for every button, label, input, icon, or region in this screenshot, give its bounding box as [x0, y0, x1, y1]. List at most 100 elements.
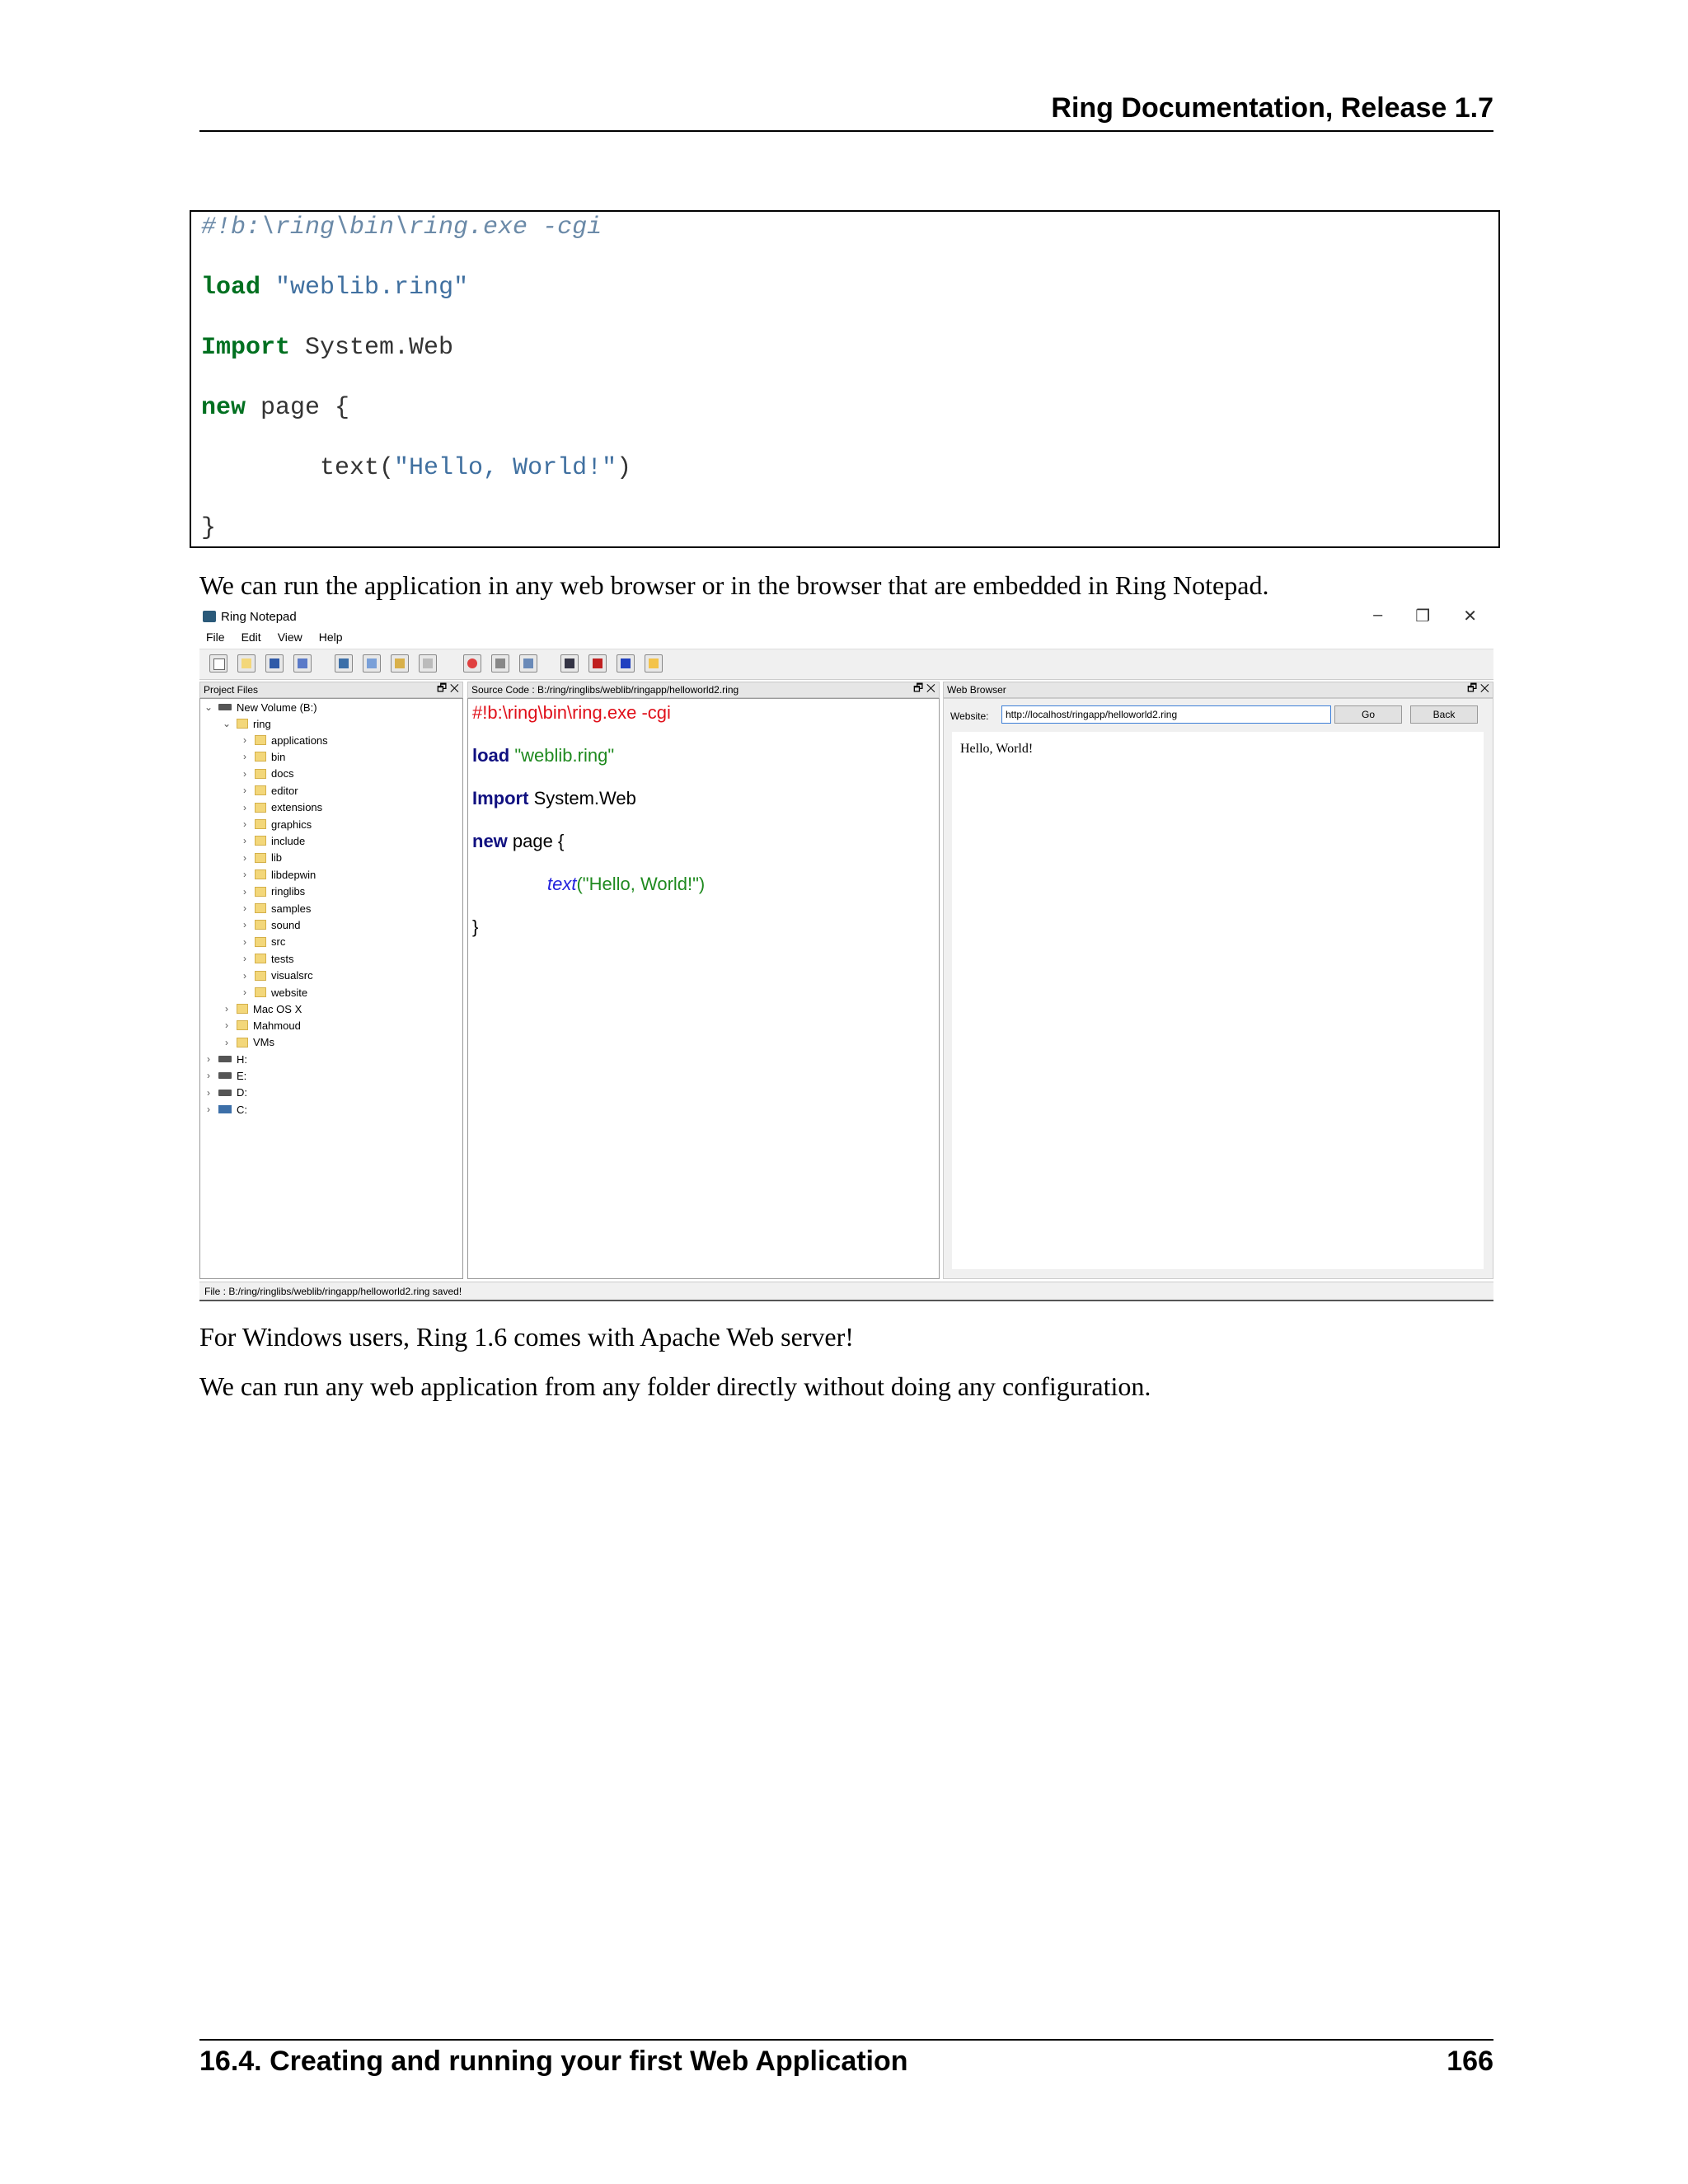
tree-item-folder[interactable]: › sound — [240, 916, 300, 933]
font-button[interactable] — [419, 654, 437, 673]
tree-item-volume[interactable]: ⌄ New Volume (B:) — [204, 699, 317, 715]
color-button[interactable] — [463, 654, 481, 673]
tree-item-folder[interactable]: › visualsrc — [240, 968, 313, 984]
chevron-right-icon[interactable]: › — [240, 734, 250, 746]
print-button[interactable] — [519, 654, 537, 673]
folder-icon — [255, 954, 266, 964]
chevron-right-icon[interactable]: › — [222, 1037, 232, 1048]
chevron-right-icon[interactable]: › — [204, 1104, 213, 1115]
tree-item-folder[interactable]: › libdepwin — [240, 866, 316, 883]
tree-item-folder[interactable]: › graphics — [240, 816, 312, 832]
chevron-right-icon[interactable]: › — [240, 869, 250, 880]
chevron-right-icon[interactable]: › — [240, 802, 250, 813]
tree-item-drive[interactable]: › C: — [204, 1101, 247, 1118]
tree-item-folder[interactable]: › extensions — [240, 799, 322, 816]
chevron-right-icon[interactable]: › — [204, 1087, 213, 1099]
tree-item-folder[interactable]: › editor — [240, 782, 298, 799]
website-url-input[interactable]: http://localhost/ringapp/helloworld2.rin… — [1001, 705, 1331, 724]
tree-item-folder[interactable]: › samples — [240, 900, 311, 916]
open-file-button[interactable] — [237, 654, 256, 673]
tree-item-folder[interactable]: › VMs — [222, 1034, 274, 1051]
tree-item-label: bin — [271, 750, 286, 763]
ring-notepad-screenshot: Ring Notepad – ❐ ✕ File Edit View Help P… — [199, 606, 1493, 1302]
folder-icon — [255, 903, 266, 913]
folder-icon — [255, 836, 266, 846]
chevron-right-icon[interactable]: › — [204, 1070, 213, 1081]
debug-button[interactable] — [560, 654, 579, 673]
save-icon — [270, 658, 279, 668]
back-button[interactable]: Back — [1410, 705, 1478, 724]
chevron-right-icon[interactable]: › — [240, 936, 250, 948]
chevron-right-icon[interactable]: › — [240, 751, 250, 762]
chevron-right-icon[interactable]: › — [240, 919, 250, 930]
chevron-right-icon[interactable]: › — [222, 1003, 232, 1015]
chevron-right-icon[interactable]: › — [240, 987, 250, 998]
project-panel-controls[interactable]: 🗗 ✕ — [437, 681, 459, 699]
browser-viewport[interactable]: Hello, World! — [952, 732, 1484, 1269]
chevron-right-icon[interactable]: › — [240, 902, 250, 914]
tree-item-folder[interactable]: › Mac OS X — [222, 1001, 302, 1017]
folder-icon — [255, 869, 266, 880]
cut-button[interactable] — [335, 654, 353, 673]
font-icon — [423, 658, 433, 668]
editor-text-line: text("Hello, World!") — [547, 874, 705, 895]
source-panel-controls[interactable]: 🗗 ✕ — [913, 681, 935, 699]
chevron-down-icon[interactable]: ⌄ — [222, 718, 232, 729]
tree-item-drive[interactable]: › E: — [204, 1067, 246, 1084]
menu-view[interactable]: View — [278, 630, 302, 644]
open-folder-icon — [241, 658, 251, 668]
pencil-button[interactable] — [491, 654, 509, 673]
tree-item-folder[interactable]: › tests — [240, 950, 293, 967]
chevron-right-icon[interactable]: › — [240, 886, 250, 898]
tree-item-folder[interactable]: › bin — [240, 748, 285, 765]
chevron-right-icon[interactable]: › — [240, 835, 250, 846]
project-files-header: Project Files 🗗 ✕ — [199, 682, 463, 698]
tree-item-label: extensions — [271, 801, 323, 814]
tree-item-folder[interactable]: › docs — [240, 766, 293, 782]
chevron-down-icon[interactable]: ⌄ — [204, 701, 213, 713]
save-as-button[interactable] — [293, 654, 312, 673]
minimize-icon[interactable]: – — [1373, 606, 1382, 626]
go-button[interactable]: Go — [1334, 705, 1402, 724]
tree-item-label: editor — [271, 784, 298, 797]
folder-icon — [255, 987, 266, 997]
paste-button[interactable] — [391, 654, 409, 673]
save-button[interactable] — [265, 654, 284, 673]
browser-panel-controls[interactable]: 🗗 ✕ — [1467, 681, 1489, 699]
folder-icon — [255, 802, 266, 813]
tree-item-folder[interactable]: › src — [240, 934, 285, 950]
tree-item-ring[interactable]: ⌄ ring — [222, 715, 271, 732]
tree-item-drive[interactable]: › D: — [204, 1085, 247, 1101]
chevron-right-icon[interactable]: › — [204, 1053, 213, 1065]
tree-item-folder[interactable]: › Mahmoud — [222, 1017, 301, 1033]
menu-file[interactable]: File — [206, 630, 225, 644]
tree-item-folder[interactable]: › ringlibs — [240, 883, 305, 900]
new-file-button[interactable] — [209, 654, 227, 673]
chevron-right-icon[interactable]: › — [240, 953, 250, 964]
tree-item-folder[interactable]: › website — [240, 984, 307, 1001]
chevron-right-icon[interactable]: › — [240, 768, 250, 780]
tree-item-folder[interactable]: › lib — [240, 850, 282, 866]
folder-icon — [255, 735, 266, 745]
source-editor[interactable]: #!b:\ring\bin\ring.exe -cgi load "weblib… — [467, 698, 940, 1279]
tree-item-label: ring — [253, 717, 271, 730]
chevron-right-icon[interactable]: › — [240, 852, 250, 864]
run-button[interactable] — [588, 654, 607, 673]
run-gui-button[interactable] — [617, 654, 635, 673]
web-run-button[interactable] — [645, 654, 663, 673]
menu-help[interactable]: Help — [319, 630, 343, 644]
chevron-right-icon[interactable]: › — [222, 1019, 232, 1031]
tree-item-folder[interactable]: › applications — [240, 732, 328, 748]
menu-edit[interactable]: Edit — [241, 630, 261, 644]
tree-item-label: samples — [271, 902, 312, 915]
tree-item-label: libdepwin — [271, 868, 316, 881]
close-icon[interactable]: ✕ — [1463, 606, 1477, 626]
chevron-right-icon[interactable]: › — [240, 785, 250, 796]
tree-item-drive[interactable]: › H: — [204, 1051, 247, 1067]
editor-shebang-line: #!b:\ring\bin\ring.exe -cgi — [472, 702, 671, 723]
chevron-right-icon[interactable]: › — [240, 970, 250, 982]
chevron-right-icon[interactable]: › — [240, 818, 250, 830]
tree-item-folder[interactable]: › include — [240, 832, 305, 849]
restore-icon[interactable]: ❐ — [1415, 606, 1430, 626]
copy-button[interactable] — [363, 654, 381, 673]
